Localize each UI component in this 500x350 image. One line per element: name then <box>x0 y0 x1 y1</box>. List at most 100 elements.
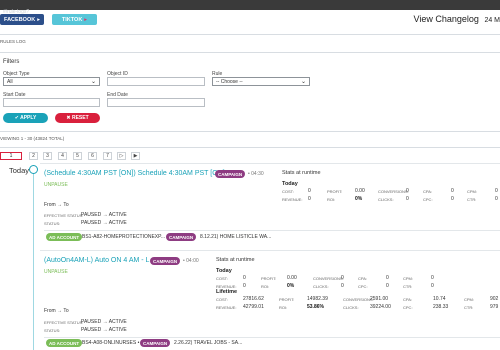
stat-value: 0 <box>495 196 498 202</box>
stat-value: 0 <box>451 196 454 202</box>
campaign-name[interactable]: 2.26.22) TRAVEL JOBS - SA... <box>174 340 242 346</box>
filters-title: Filters <box>3 59 20 65</box>
timeline-line <box>33 172 34 350</box>
stat-label: CPC: <box>403 305 413 310</box>
action-label: UNPAUSE <box>44 182 68 188</box>
campaign-badge: CAMPAIGN <box>215 170 246 178</box>
stat-label: PROFIT: <box>279 297 295 302</box>
stat-value: 238.33 <box>433 304 449 310</box>
stat-label: CLICKS: <box>313 284 329 289</box>
chevron-right-icon: ▸ <box>84 16 88 23</box>
stat-label: CPM: <box>403 276 413 281</box>
object-id-input[interactable] <box>107 77 205 86</box>
effective-status-label: EFFECTIVE STATUS: <box>44 213 84 218</box>
ad-account-badge: AD ACCOUNT <box>46 233 83 241</box>
stat-value: 0 <box>495 188 498 194</box>
stat-value: 10.74 <box>433 296 446 302</box>
divider <box>0 52 500 53</box>
page-button-6[interactable]: 6 <box>88 152 97 160</box>
page-button-2[interactable]: 2 <box>29 152 38 160</box>
stat-label: REVENUE: <box>282 197 303 202</box>
chevron-right-icon: ▸ <box>37 16 40 23</box>
stat-label: CTR: <box>464 305 474 310</box>
stat-value: 979 <box>490 304 499 310</box>
divider <box>44 337 500 338</box>
stats-title: Stats at runtime <box>282 170 321 176</box>
entry-title-link[interactable]: (Schedule 4:30AM PST [ON]) Schedule 4:30… <box>44 170 229 177</box>
apply-button[interactable]: ✔ APPLY <box>3 113 48 123</box>
stat-value: 27816.62 <box>243 296 264 302</box>
stat-label: REVENUE: <box>216 305 237 310</box>
ad-account-name[interactable]: BS1-A82-HOMEPROTECTIONEXP... • <box>82 234 168 240</box>
stat-value: 0% <box>287 283 295 289</box>
stat-label: COST: <box>216 297 228 302</box>
action-label: UNPAUSE <box>44 269 68 275</box>
log-entry <box>40 250 500 350</box>
stat-value: 0 <box>406 188 409 194</box>
stat-label: PROFIT: <box>261 276 277 281</box>
stat-value: 902 <box>490 296 499 302</box>
page-title: View Changelog 24 M <box>414 14 500 24</box>
status-label: STATUS: <box>44 328 61 333</box>
campaign-badge: CAMPAIGN <box>140 339 171 347</box>
stat-value: 0 <box>308 188 311 194</box>
stat-value: 0 <box>406 196 409 202</box>
divider <box>0 34 500 35</box>
stat-value: 0 <box>431 275 434 281</box>
divider <box>0 147 500 148</box>
stat-value: 2591.00 <box>370 296 389 302</box>
page-title-text: View Changelog <box>413 14 479 24</box>
reset-button[interactable]: ✖ RESET <box>55 113 100 123</box>
stat-value: 14982.39 <box>307 296 328 302</box>
stat-label: CPC: <box>358 284 368 289</box>
stats-title: Stats at runtime <box>216 257 255 263</box>
stat-value: 0.00 <box>355 188 365 194</box>
stat-value: 0 <box>341 283 344 289</box>
campaign-badge: CAMPAIGN <box>166 233 197 241</box>
stat-value: 42799.01 <box>243 304 264 310</box>
campaign-badge: CAMPAIGN <box>150 257 181 265</box>
stat-label: ROI: <box>327 197 336 202</box>
page-button-3[interactable]: 3 <box>43 152 52 160</box>
entry-time: • 04:00 <box>183 258 199 264</box>
ad-account-name[interactable]: BS4-A08-ONLINURSES • <box>82 340 139 346</box>
divider <box>0 131 500 132</box>
stat-value: 0 <box>386 275 389 281</box>
page-button-4[interactable]: 4 <box>58 152 67 160</box>
next-page-button[interactable]: ▷ <box>117 152 126 160</box>
stat-value: 0.00 <box>287 275 297 281</box>
breadcrumb: RULES LOG <box>0 39 26 44</box>
end-date-input[interactable] <box>107 98 205 107</box>
effective-status-value: PAUSED → ACTIVE <box>81 212 127 218</box>
chevron-down-icon: ⌄ <box>300 79 306 85</box>
status-label: STATUS: <box>44 221 61 226</box>
browser-address-bar[interactable]: #/rule-logs? <box>0 0 500 15</box>
page-title-extra: 24 M <box>484 17 500 24</box>
stat-label: CLICKS: <box>378 197 394 202</box>
stat-label: ROI: <box>261 284 270 289</box>
stats-lifetime-label: Lifetime <box>216 289 238 295</box>
facebook-tab[interactable]: FACEBOOK ▸ <box>0 14 44 25</box>
tiktok-tab[interactable]: TIKTOK ▸ <box>52 14 97 25</box>
stat-value: 0 <box>243 283 246 289</box>
rule-select[interactable]: -- Choose -- ⌄ <box>212 77 310 86</box>
page-button-7[interactable]: 7 <box>103 152 112 160</box>
page-button-1[interactable]: 1 <box>0 152 22 160</box>
facebook-tab-label: FACEBOOK <box>4 16 36 23</box>
divider <box>44 230 500 231</box>
from-to-label: From → To <box>44 308 69 314</box>
page-button-5[interactable]: 5 <box>73 152 82 160</box>
ad-account-badge: AD ACCOUNT <box>46 339 83 347</box>
stat-label: CONVERSIONS: <box>378 189 409 194</box>
object-type-value: All <box>7 79 13 85</box>
stat-label: ROI: <box>279 305 288 310</box>
object-type-select[interactable]: All ⌄ <box>3 77 100 86</box>
entry-title-link[interactable]: (AutoOn4AM-L) Auto ON 4 AM - L - <box>44 257 153 264</box>
stat-label: CPA: <box>358 276 368 281</box>
stat-value: 0 <box>431 283 434 289</box>
campaign-name[interactable]: 8.12.21) HOME LISTICLE WA... <box>200 234 271 240</box>
stat-value: 0 <box>451 188 454 194</box>
last-page-button[interactable]: ▶ <box>131 152 140 160</box>
start-date-input[interactable] <box>3 98 100 107</box>
stat-label: PROFIT: <box>327 189 343 194</box>
